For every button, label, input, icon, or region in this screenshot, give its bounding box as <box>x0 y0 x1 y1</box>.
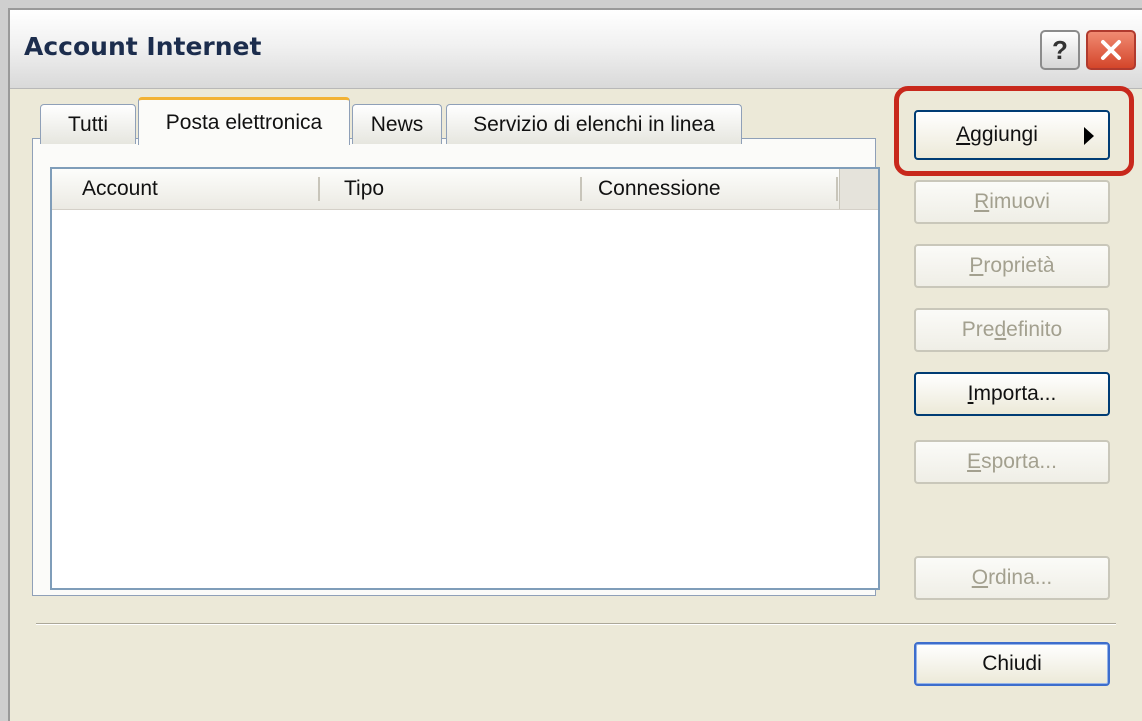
tab-servizio-elenchi[interactable]: Servizio di elenchi in linea <box>446 104 742 144</box>
properties-button[interactable]: Proprietà <box>914 244 1110 288</box>
set-default-button-label: Predefinito <box>961 318 1063 341</box>
column-divider[interactable] <box>318 177 320 201</box>
tab-label: News <box>370 112 424 136</box>
accounts-list[interactable]: Account Tipo Connessione <box>50 167 880 590</box>
highlight-annotation <box>894 86 1134 176</box>
column-header-connessione[interactable]: Connessione <box>588 169 828 209</box>
header-filler <box>839 169 878 209</box>
sort-button-label: Ordina... <box>971 566 1053 589</box>
tab-label: Tutti <box>67 112 109 136</box>
help-button[interactable]: ? <box>1040 30 1080 70</box>
tab-tutti[interactable]: Tutti <box>40 104 136 144</box>
import-button-label: Importa... <box>967 382 1057 405</box>
remove-button[interactable]: Rimuovi <box>914 180 1110 224</box>
separator-line <box>36 623 1116 625</box>
help-icon: ? <box>1052 34 1068 65</box>
title-bar[interactable]: Account Internet ? <box>10 10 1142 89</box>
column-divider[interactable] <box>836 177 838 201</box>
close-button-label: Chiudi <box>982 652 1042 675</box>
column-header-tipo[interactable]: Tipo <box>334 169 564 209</box>
properties-button-label: Proprietà <box>969 254 1055 277</box>
tab-posta-elettronica[interactable]: Posta elettronica <box>138 97 350 145</box>
column-header-account[interactable]: Account <box>72 169 302 209</box>
export-button[interactable]: Esporta... <box>914 440 1110 484</box>
dialog-title: Account Internet <box>24 32 262 61</box>
close-icon <box>1101 40 1121 60</box>
column-divider[interactable] <box>580 177 582 201</box>
sort-button[interactable]: Ordina... <box>914 556 1110 600</box>
close-button[interactable]: Chiudi <box>914 642 1110 686</box>
set-default-button[interactable]: Predefinito <box>914 308 1110 352</box>
list-header: Account Tipo Connessione <box>52 169 878 210</box>
remove-button-label: Rimuovi <box>974 190 1050 213</box>
tab-news[interactable]: News <box>352 104 442 144</box>
export-button-label: Esporta... <box>967 450 1057 473</box>
close-window-button[interactable] <box>1086 30 1136 70</box>
tab-label: Servizio di elenchi in linea <box>473 112 715 136</box>
tab-label: Posta elettronica <box>165 110 323 134</box>
import-button[interactable]: Importa... <box>914 372 1110 416</box>
